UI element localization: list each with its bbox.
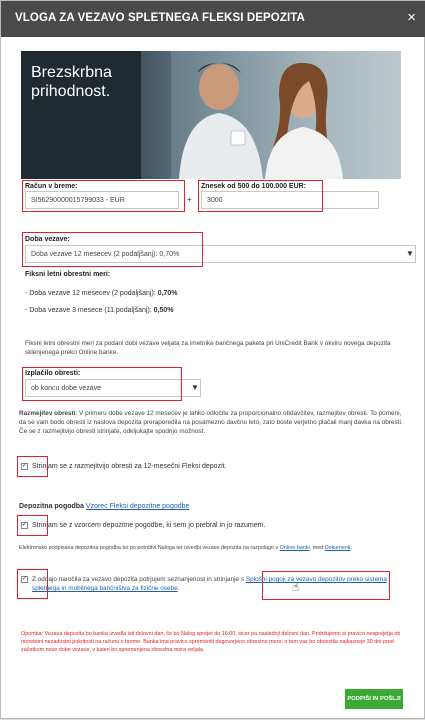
documents-link[interactable]: Dokumenti	[325, 545, 351, 551]
account-value: SI56290000015799033 - EUR	[31, 196, 125, 204]
amount-field[interactable]	[207, 196, 373, 204]
chevron-down-icon[interactable]: ▼	[406, 249, 414, 258]
dialog-header: VLOGA ZA VEZAVO SPLETNEGA FLEKSI DEPOZIT…	[1, 1, 425, 37]
contract-line: Depozitna pogodba Vzorec Fleksi depozitn…	[19, 503, 190, 510]
terms-text: Z oddajo naročila za vezavo depozita pot…	[32, 576, 387, 592]
sign-and-send-button[interactable]: PODPIŠI IN POŠLJI	[345, 689, 403, 709]
term-label: Doba vezave:	[25, 236, 70, 243]
payout-label: Izplačilo obresti:	[25, 370, 81, 377]
dialog-title: VLOGA ZA VEZAVO SPLETNEGA FLEKSI DEPOZIT…	[15, 12, 305, 24]
online-bank-link[interactable]: Online banki	[280, 545, 310, 551]
amount-input[interactable]	[201, 191, 379, 209]
signed-contract-note: Elektronsko podpisana depozitna pogodba …	[19, 545, 352, 551]
disclaimer-note: Opomba: Vezava depozita bo banka izvedla…	[21, 631, 401, 653]
payout-select[interactable]: ob koncu dobe vezave	[25, 379, 201, 397]
hand-cursor-icon: ☝	[292, 580, 300, 594]
amount-label: Znesek od 500 do 100.000 EUR:	[201, 183, 307, 190]
interest-split-label: Strinjam se z razmejitvijo obresti za 12…	[32, 463, 227, 470]
term-select[interactable]: Doba vezave 12 mesecev (2 podaljšanj): 0…	[25, 245, 416, 263]
rate-item-12: - Doba vezave 12 mesecev (2 podaljšanj):…	[25, 290, 178, 297]
rate-item-3: - Doba vezave 3 mesece (11 podaljšanj): …	[25, 307, 174, 314]
payout-value: ob koncu dobe vezave	[31, 384, 102, 392]
account-label: Račun v breme:	[25, 183, 78, 190]
close-icon[interactable]: ×	[407, 9, 416, 27]
contract-checkbox[interactable]: ✓	[21, 522, 28, 529]
rate-info: Fiksni letni obrestni meri za podani dob…	[25, 340, 391, 356]
deposit-dialog: VLOGA ZA VEZAVO SPLETNEGA FLEKSI DEPOZIT…	[0, 0, 425, 719]
terms-checkbox[interactable]: ✓	[21, 576, 28, 583]
rates-heading: Fiksni letni obrestni meri:	[25, 271, 111, 278]
chevron-down-icon[interactable]: ▼	[191, 383, 199, 392]
plus-sign: +	[187, 195, 192, 204]
contract-link[interactable]: Vzorec Fleksi depozitne pogodbe	[86, 503, 190, 510]
interest-split-checkbox[interactable]: ✓	[21, 463, 28, 470]
account-select[interactable]: SI56290000015799033 - EUR	[25, 191, 179, 209]
promo-banner: Brezskrbna prihodnost.	[21, 51, 401, 179]
dialog-content: Brezskrbna prihodnost. Račun v breme: SI…	[1, 37, 425, 720]
contract-label: Strinjam se z vzorcem depozitne pogodbe,…	[32, 522, 266, 529]
banner-slogan: Brezskrbna prihodnost.	[31, 64, 112, 100]
interest-split-text: Razmejitev obresti: V primeru dobe vezav…	[19, 410, 403, 435]
term-value: Doba vezave 12 mesecev (2 podaljšanj): 0…	[31, 250, 180, 258]
